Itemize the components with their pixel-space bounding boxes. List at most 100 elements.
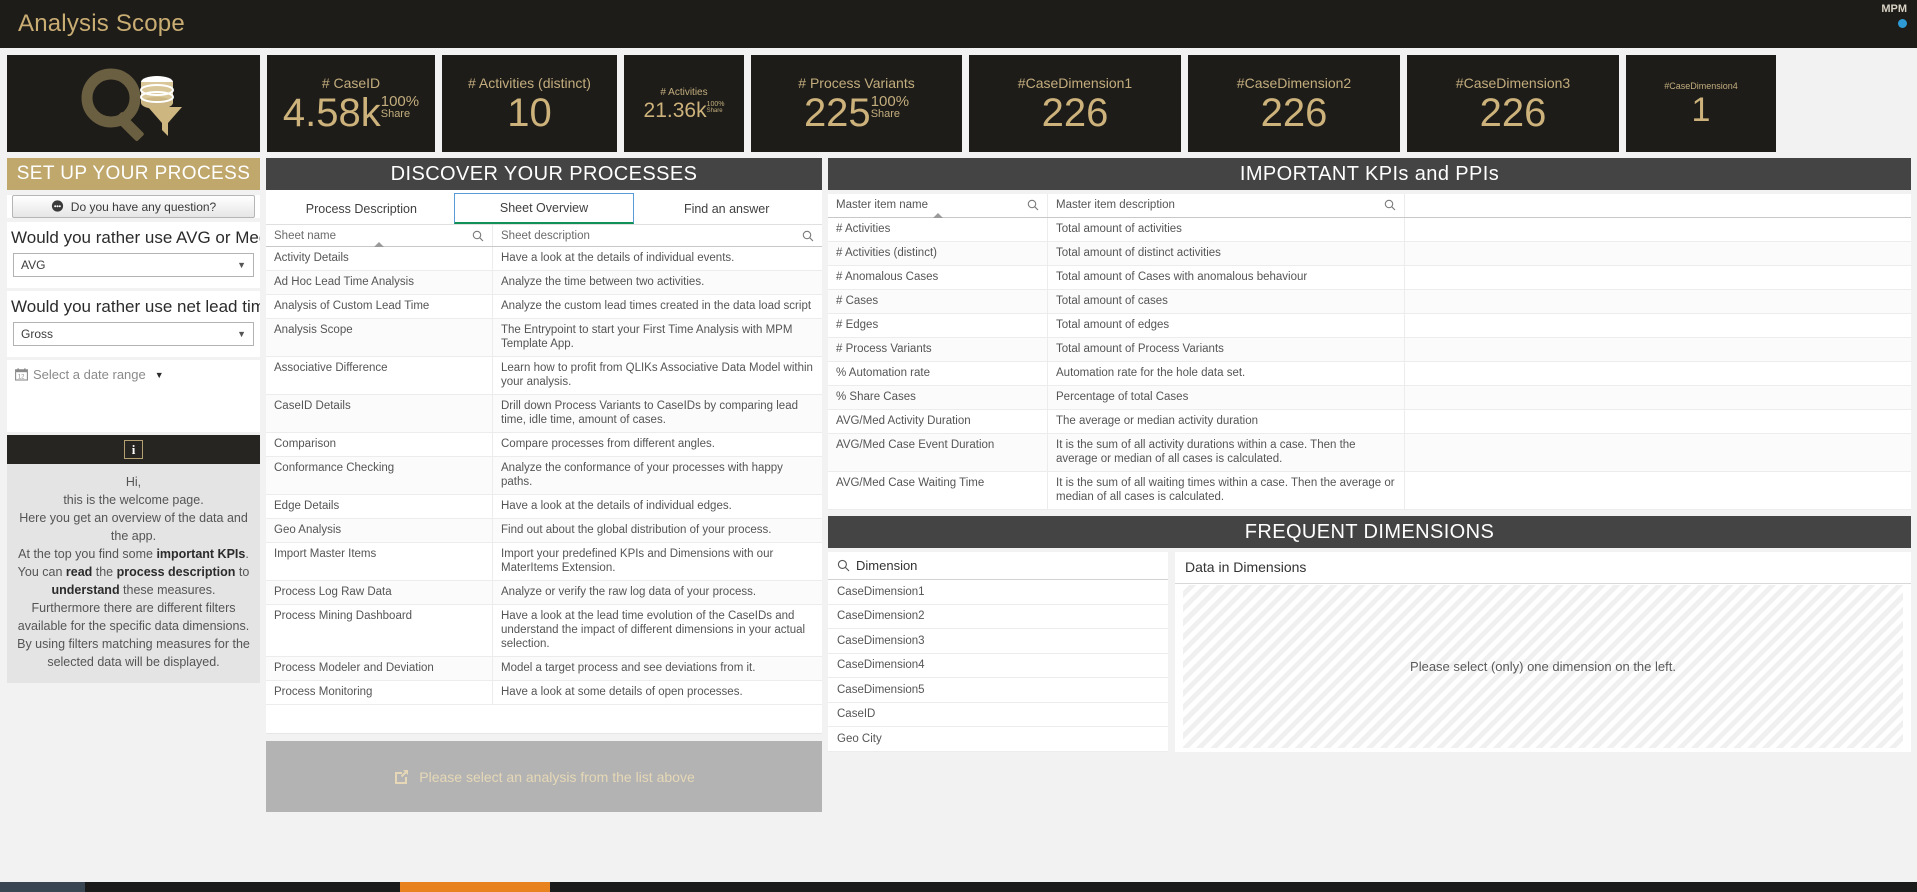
list-item[interactable]: CaseDimension4 bbox=[828, 654, 1168, 678]
table-row[interactable]: CaseID Details Drill down Process Variant… bbox=[266, 395, 822, 433]
column-header-sheet-description[interactable]: Sheet description bbox=[493, 225, 822, 246]
sheet-description-cell[interactable]: Drill down Process Variants to CaseIDs b… bbox=[493, 395, 822, 432]
sheet-description-cell[interactable]: Have a look at the lead time evolution o… bbox=[493, 605, 822, 656]
kpi-card[interactable]: #CaseDimension2 226 bbox=[1188, 55, 1400, 152]
list-item[interactable]: CaseDimension5 bbox=[828, 678, 1168, 703]
master-item-name-cell[interactable]: % Automation rate bbox=[828, 362, 1048, 385]
sheet-description-cell[interactable]: Have a look at the details of individual… bbox=[493, 247, 822, 270]
kpi-card[interactable]: # Activities (distinct) 10 bbox=[442, 55, 617, 152]
table-row[interactable]: Analysis Scope The Entrypoint to start yo… bbox=[266, 319, 822, 357]
master-item-description-cell[interactable]: The average or median activity duration bbox=[1048, 410, 1405, 433]
master-item-description-cell[interactable]: It is the sum of all waiting times withi… bbox=[1048, 472, 1405, 509]
master-item-name-cell[interactable]: # Activities bbox=[828, 218, 1048, 241]
kpi-card[interactable]: # Activities 21.36k 100% Share bbox=[624, 55, 744, 152]
table-row[interactable]: # Cases Total amount of cases bbox=[828, 290, 1911, 314]
table-row[interactable]: Comparison Compare processes from differe… bbox=[266, 433, 822, 457]
search-icon[interactable] bbox=[802, 230, 814, 242]
master-item-description-cell[interactable]: Percentage of total Cases bbox=[1048, 386, 1405, 409]
sheet-name-cell[interactable]: CaseID Details bbox=[266, 395, 493, 432]
sheet-description-cell[interactable]: Learn how to profit from QLIKs Associati… bbox=[493, 357, 822, 394]
table-row[interactable]: Process Log Raw Data Analyze or verify th… bbox=[266, 581, 822, 605]
kpi-card[interactable]: #CaseDimension1 226 bbox=[969, 55, 1181, 152]
sheet-description-cell[interactable]: Analyze the conformance of your processe… bbox=[493, 457, 822, 494]
kpi-card[interactable]: #CaseDimension3 226 bbox=[1407, 55, 1619, 152]
table-row[interactable]: Import Master Items Import your predefine… bbox=[266, 543, 822, 581]
leadtime-dropdown[interactable]: Gross ▼ bbox=[13, 322, 254, 346]
kpi-card[interactable]: # Process Variants 225 100% Share bbox=[751, 55, 962, 152]
table-row[interactable]: # Activities Total amount of activities bbox=[828, 218, 1911, 242]
master-item-description-cell[interactable]: Total amount of distinct activities bbox=[1048, 242, 1405, 265]
sheet-name-cell[interactable]: Process Mining Dashboard bbox=[266, 605, 493, 656]
master-item-name-cell[interactable]: # Process Variants bbox=[828, 338, 1048, 361]
sheet-name-cell[interactable]: Edge Details bbox=[266, 495, 493, 518]
sheet-description-cell[interactable]: Analyze the custom lead times created in… bbox=[493, 295, 822, 318]
list-item[interactable]: CaseDimension2 bbox=[828, 605, 1168, 629]
kpi-card[interactable]: # CaseID 4.58k 100% Share bbox=[267, 55, 435, 152]
table-row[interactable]: AVG/Med Case Waiting Time It is the sum o… bbox=[828, 472, 1911, 510]
table-row[interactable]: # Edges Total amount of edges bbox=[828, 314, 1911, 338]
ask-question-button[interactable]: Do you have any question? bbox=[12, 195, 255, 218]
sheet-name-cell[interactable]: Conformance Checking bbox=[266, 457, 493, 494]
search-icon[interactable] bbox=[1384, 199, 1396, 211]
sheet-name-cell[interactable]: Activity Details bbox=[266, 247, 493, 270]
sheet-name-cell[interactable]: Analysis Scope bbox=[266, 319, 493, 356]
table-row[interactable]: # Anomalous Cases Total amount of Cases w… bbox=[828, 266, 1911, 290]
info-icon[interactable]: i bbox=[124, 440, 143, 459]
table-row[interactable]: # Process Variants Total amount of Proces… bbox=[828, 338, 1911, 362]
sheet-description-cell[interactable]: Analyze or verify the raw log data of yo… bbox=[493, 581, 822, 604]
sheet-name-cell[interactable]: Ad Hoc Lead Time Analysis bbox=[266, 271, 493, 294]
sheet-name-cell[interactable]: Associative Difference bbox=[266, 357, 493, 394]
column-header-master-item-description[interactable]: Master item description bbox=[1048, 194, 1405, 217]
sheet-name-cell[interactable]: Geo Analysis bbox=[266, 519, 493, 542]
master-item-name-cell[interactable]: AVG/Med Activity Duration bbox=[828, 410, 1048, 433]
master-item-name-cell[interactable]: # Edges bbox=[828, 314, 1048, 337]
table-row[interactable]: Geo Analysis Find out about the global di… bbox=[266, 519, 822, 543]
master-item-description-cell[interactable]: It is the sum of all activity durations … bbox=[1048, 434, 1405, 471]
kpi-card[interactable]: #CaseDimension4 1 bbox=[1626, 55, 1776, 152]
search-icon[interactable] bbox=[472, 230, 484, 242]
master-item-name-cell[interactable]: AVG/Med Case Event Duration bbox=[828, 434, 1048, 471]
select-analysis-banner[interactable]: Please select an analysis from the list … bbox=[266, 741, 822, 812]
column-header-master-item-name[interactable]: Master item name bbox=[828, 194, 1048, 218]
master-item-name-cell[interactable]: # Cases bbox=[828, 290, 1048, 313]
taskbar-active-window[interactable] bbox=[400, 882, 550, 892]
sheet-description-cell[interactable]: Model a target process and see deviation… bbox=[493, 657, 822, 680]
master-item-name-cell[interactable]: # Activities (distinct) bbox=[828, 242, 1048, 265]
master-item-name-cell[interactable]: # Anomalous Cases bbox=[828, 266, 1048, 289]
table-row[interactable]: Activity Details Have a look at the detai… bbox=[266, 247, 822, 271]
master-item-name-cell[interactable]: AVG/Med Case Waiting Time bbox=[828, 472, 1048, 509]
master-item-name-cell[interactable]: % Share Cases bbox=[828, 386, 1048, 409]
sheet-description-cell[interactable]: Have a look at the details of individual… bbox=[493, 495, 822, 518]
sheet-name-cell[interactable]: Process Log Raw Data bbox=[266, 581, 493, 604]
dimension-list-header[interactable]: Dimension bbox=[828, 552, 1168, 580]
master-item-description-cell[interactable]: Total amount of activities bbox=[1048, 218, 1405, 241]
table-row[interactable]: # Activities (distinct) Total amount of d… bbox=[828, 242, 1911, 266]
sheet-name-cell[interactable]: Process Modeler and Deviation bbox=[266, 657, 493, 680]
search-icon[interactable] bbox=[1027, 199, 1039, 211]
search-icon[interactable] bbox=[837, 559, 850, 572]
master-item-description-cell[interactable]: Total amount of Process Variants bbox=[1048, 338, 1405, 361]
list-item[interactable]: CaseDimension3 bbox=[828, 629, 1168, 654]
table-row[interactable]: % Share Cases Percentage of total Cases bbox=[828, 386, 1911, 410]
master-item-description-cell[interactable]: Total amount of Cases with anomalous beh… bbox=[1048, 266, 1405, 289]
table-row[interactable]: Process Modeler and Deviation Model a tar… bbox=[266, 657, 822, 681]
list-item[interactable]: CaseID bbox=[828, 703, 1168, 727]
table-row[interactable]: Conformance Checking Analyze the conforma… bbox=[266, 457, 822, 495]
table-row[interactable]: Associative Difference Learn how to profi… bbox=[266, 357, 822, 395]
sheet-name-cell[interactable]: Analysis of Custom Lead Time bbox=[266, 295, 493, 318]
tab-process-description[interactable]: Process Description bbox=[271, 193, 452, 224]
chevron-down-icon[interactable]: ▼ bbox=[155, 370, 164, 380]
list-item[interactable]: Geo City bbox=[828, 727, 1168, 752]
table-row[interactable]: Edge Details Have a look at the details o… bbox=[266, 495, 822, 519]
date-range-block[interactable]: 12 Select a date range ▼ bbox=[7, 360, 260, 432]
table-row[interactable]: Ad Hoc Lead Time Analysis Analyze the tim… bbox=[266, 271, 822, 295]
table-row[interactable]: Process Mining Dashboard Have a look at t… bbox=[266, 605, 822, 657]
sheet-description-cell[interactable]: Have a look at some details of open proc… bbox=[493, 681, 822, 704]
table-row[interactable]: AVG/Med Case Event Duration It is the sum… bbox=[828, 434, 1911, 472]
sheet-description-cell[interactable]: Analyze the time between two activities. bbox=[493, 271, 822, 294]
sheet-description-cell[interactable]: Import your predefined KPIs and Dimensio… bbox=[493, 543, 822, 580]
master-item-description-cell[interactable]: Automation rate for the hole data set. bbox=[1048, 362, 1405, 385]
column-header-sheet-name[interactable]: Sheet name bbox=[266, 225, 493, 247]
tab-find-an-answer[interactable]: Find an answer bbox=[636, 193, 818, 224]
table-row[interactable]: Process Monitoring Have a look at some de… bbox=[266, 681, 822, 705]
